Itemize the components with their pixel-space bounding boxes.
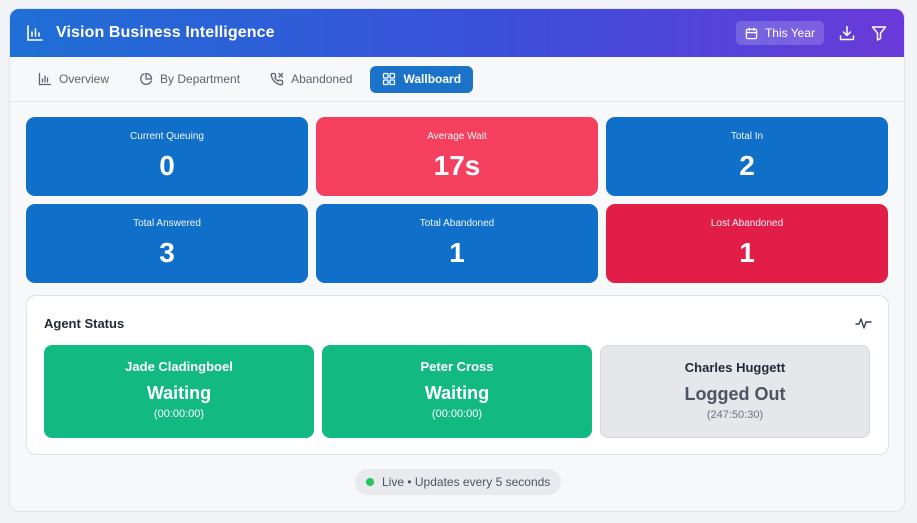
kpi-card-total-answered: Total Answered 3 [26, 204, 308, 283]
agent-name: Peter Cross [420, 359, 494, 374]
kpi-value: 3 [159, 237, 175, 268]
tab-by-department[interactable]: By Department [127, 66, 252, 93]
period-selector-button[interactable]: This Year [735, 21, 824, 45]
app-window: Vision Business Intelligence This Year O… [9, 8, 905, 512]
kpi-card-lost-abandoned: Lost Abandoned 1 [606, 204, 888, 283]
agent-duration: (00:00:00) [153, 408, 205, 420]
filter-icon[interactable] [870, 24, 888, 42]
kpi-value: 2 [739, 150, 755, 181]
agent-card: Jade Cladingboel Waiting (00:00:00) [44, 345, 314, 438]
agent-card: Charles Huggett Logged Out (247:50:30) [600, 345, 870, 438]
kpi-value: 17s [433, 150, 481, 181]
agent-duration: (00:00:00) [431, 408, 483, 420]
app-header: Vision Business Intelligence This Year [10, 9, 904, 57]
app-title: Vision Business Intelligence [56, 24, 275, 41]
pie-chart-icon [139, 72, 153, 86]
agent-duration: (247:50:30) [706, 409, 764, 421]
download-icon[interactable] [838, 24, 856, 42]
agent-cards: Jade Cladingboel Waiting (00:00:00) Pete… [44, 345, 870, 438]
bar-chart-icon [38, 72, 52, 86]
kpi-card-current-queuing: Current Queuing 0 [26, 117, 308, 196]
tab-abandoned[interactable]: Abandoned [258, 66, 364, 93]
tab-label: Wallboard [403, 72, 462, 86]
kpi-card-total-in: Total In 2 [606, 117, 888, 196]
agent-status: Logged Out [684, 384, 786, 404]
agent-name: Charles Huggett [684, 360, 786, 375]
tab-wallboard[interactable]: Wallboard [370, 65, 474, 93]
activity-icon [855, 315, 872, 332]
live-text: Live • Updates every 5 seconds [382, 475, 551, 489]
kpi-grid: Current Queuing 0 Average Wait 17s Total… [26, 117, 889, 283]
tab-label: By Department [160, 72, 241, 86]
live-indicator: Live • Updates every 5 seconds [355, 469, 562, 495]
kpi-label: Total Answered [133, 218, 201, 229]
kpi-label: Current Queuing [130, 131, 204, 142]
kpi-value: 1 [449, 237, 465, 268]
header-actions: This Year [735, 21, 888, 45]
agent-status: Waiting [146, 383, 212, 403]
kpi-label: Average Wait [427, 131, 487, 142]
kpi-value: 1 [739, 237, 755, 268]
agent-name: Jade Cladingboel [125, 359, 233, 374]
tab-label: Abandoned [291, 72, 353, 86]
grid-icon [382, 72, 396, 86]
bar-chart-icon [26, 24, 44, 42]
tab-bar: Overview By Department Abandoned Wallboa… [10, 57, 904, 102]
agent-status-title: Agent Status [44, 316, 125, 331]
kpi-card-average-wait: Average Wait 17s [316, 117, 598, 196]
agent-card: Peter Cross Waiting (00:00:00) [322, 345, 592, 438]
tab-overview[interactable]: Overview [26, 66, 121, 93]
calendar-icon [745, 27, 758, 40]
period-label: This Year [764, 26, 815, 40]
agent-status: Waiting [424, 383, 490, 403]
kpi-card-total-abandoned: Total Abandoned 1 [316, 204, 598, 283]
tab-label: Overview [59, 72, 110, 86]
kpi-label: Lost Abandoned [710, 218, 784, 229]
phone-missed-icon [270, 72, 284, 86]
kpi-label: Total Abandoned [419, 218, 495, 229]
kpi-label: Total In [730, 131, 764, 142]
brand: Vision Business Intelligence [26, 24, 275, 42]
kpi-value: 0 [159, 150, 175, 181]
agent-status-panel: Agent Status Jade Cladingboel Waiting (0… [26, 295, 889, 455]
live-dot-icon [366, 478, 374, 486]
